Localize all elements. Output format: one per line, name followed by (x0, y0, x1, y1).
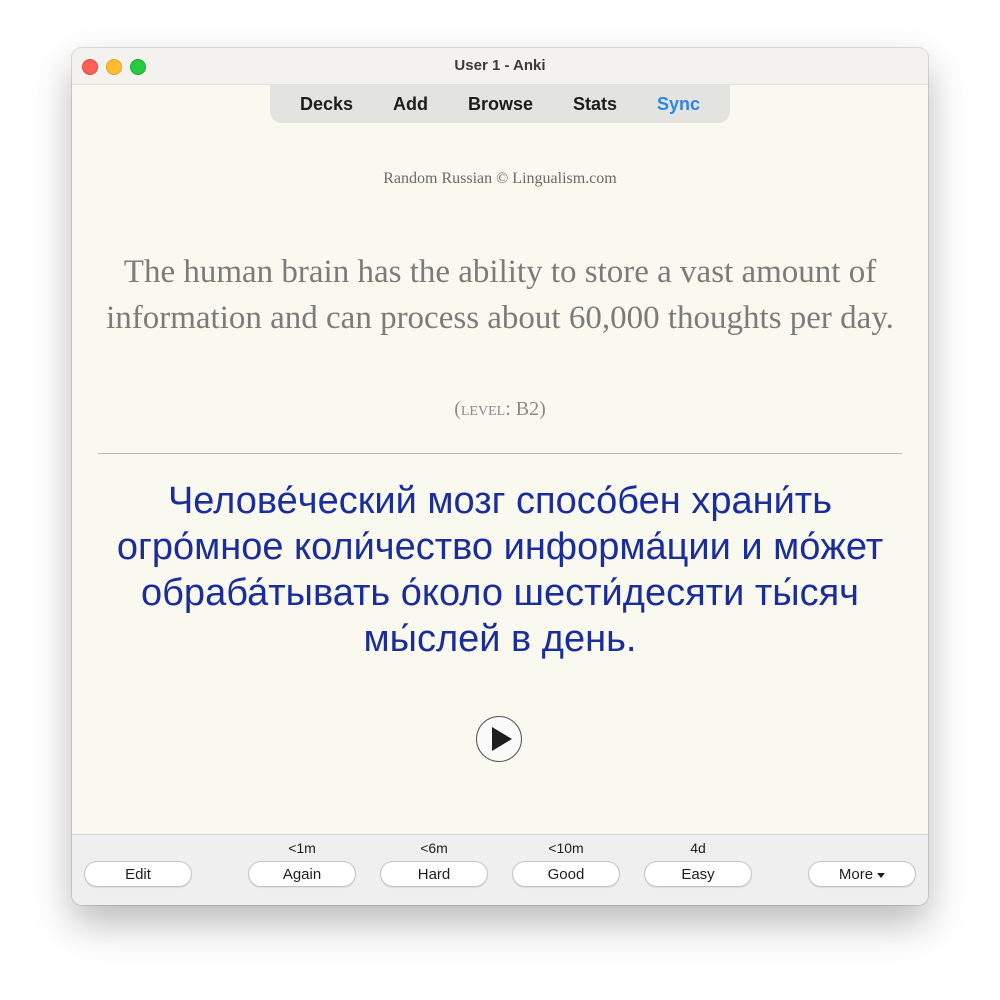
chevron-down-icon (877, 872, 886, 878)
more-button[interactable]: More (808, 861, 916, 887)
tab-browse[interactable]: Browse (468, 94, 533, 115)
anki-window: User 1 - Anki Decks Add Browse Stats Syn… (72, 48, 928, 905)
window-title: User 1 - Anki (454, 57, 546, 74)
again-button[interactable]: Again (248, 861, 356, 887)
more-label: More (838, 866, 874, 883)
level-value: B2 (515, 398, 540, 420)
play-icon (492, 727, 512, 751)
level-close-paren: ) (539, 398, 546, 420)
tab-stats[interactable]: Stats (573, 94, 617, 115)
easy-interval: 4d (690, 840, 706, 856)
card-review-area: Random Russian © Lingualism.com The huma… (72, 124, 928, 834)
answer-bar: Edit <1m Again <6m Hard <10m Good 4d Eas… (72, 834, 928, 905)
good-button[interactable]: Good (512, 861, 620, 887)
again-interval: <1m (288, 840, 316, 856)
answer-divider (98, 453, 902, 454)
title-bar: User 1 - Anki (72, 48, 928, 85)
russian-sentence: Челове́ческий мозг спосо́бен храни́ть ог… (116, 480, 884, 660)
tab-decks[interactable]: Decks (300, 94, 353, 115)
level-open-paren: ( (454, 398, 461, 420)
hard-interval: <6m (420, 840, 448, 856)
hard-button[interactable]: Hard (380, 861, 488, 887)
tab-sync[interactable]: Sync (657, 94, 700, 115)
level-separator: : (505, 398, 516, 420)
deck-credit: Random Russian © Lingualism.com (383, 170, 617, 187)
level-indicator: (level: B2) (72, 398, 928, 421)
edit-button[interactable]: Edit (84, 861, 192, 887)
english-sentence: The human brain has the ability to store… (106, 254, 894, 336)
level-label: level (460, 398, 506, 420)
easy-button[interactable]: Easy (644, 861, 752, 887)
tab-add[interactable]: Add (393, 94, 428, 115)
play-audio-button[interactable] (476, 716, 522, 762)
good-interval: <10m (548, 840, 584, 856)
main-toolbar: Decks Add Browse Stats Sync (270, 85, 730, 123)
